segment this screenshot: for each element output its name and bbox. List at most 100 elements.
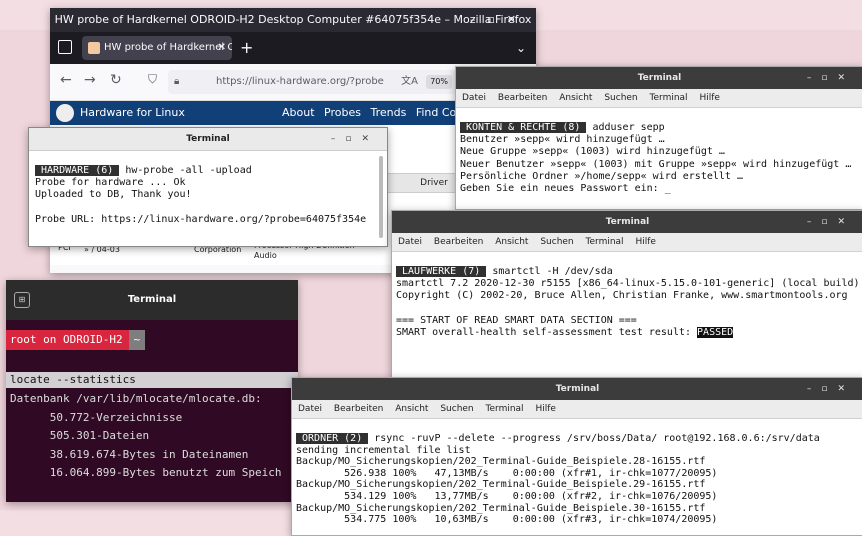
zoom-badge[interactable]: 70% [426,75,452,89]
menu-hilfe[interactable]: Hilfe [635,237,655,247]
command: rsync -ruvP --delete --progress /srv/bos… [368,433,820,444]
terminal-titlebar[interactable]: Terminal –▫✕ [392,211,862,233]
menu-terminal[interactable]: Terminal [486,404,524,414]
section-badge: HARDWARE (6) [35,165,120,176]
menu-datei[interactable]: Datei [462,93,486,103]
menu-about[interactable]: About [282,106,315,119]
menu-bearbeiten[interactable]: Bearbeiten [498,93,547,103]
menu-hilfe[interactable]: Hilfe [535,404,555,414]
command: adduser sepp [586,122,665,133]
scrollbar[interactable] [379,156,383,238]
terminal-output[interactable]: LAUFWERKE (7) smartctl -H /dev/sda smart… [392,252,862,342]
terminal-titlebar[interactable]: ⊞ Terminal [6,280,298,320]
tab-title: HW probe of Hardkernel OD [104,42,232,53]
terminal-laufwerke: Terminal –▫✕ Datei Bearbeiten Ansicht Su… [391,210,862,380]
command: smartctl -H /dev/sda [486,266,613,277]
terminal-titlebar[interactable]: Terminal –▫✕ [456,67,862,89]
close-tab-icon[interactable]: ✕ [218,36,226,60]
window-controls[interactable]: –▫✕ [807,211,855,233]
back-icon[interactable]: ← [60,72,72,88]
menu-terminal[interactable]: Terminal [650,93,688,103]
terminal-titlebar[interactable]: Terminal –▫✕ [292,378,862,400]
terminal-output[interactable]: ORDNER (2) rsync -ruvP --delete --progre… [292,419,862,529]
section-badge: LAUFWERKE (7) [396,266,487,277]
output-line: Probe for hardware ... Ok [35,177,186,189]
terminal-ubuntu: ⊞ Terminal root on ODROID-H2 ~ locate --s… [6,280,298,502]
terminal-titlebar[interactable]: Terminal –▫✕ [29,128,387,151]
forward-icon[interactable]: → [84,72,96,88]
menu-ansicht[interactable]: Ansicht [495,237,528,247]
lock-icon: 🔒︎ [174,76,180,87]
menu-suchen[interactable]: Suchen [604,93,637,103]
list-tabs-icon[interactable]: ⌄ [516,36,526,60]
menu-bearbeiten[interactable]: Bearbeiten [334,404,383,414]
output-line: Backup/MO_Sicherungskopien/202_Terminal-… [296,456,706,468]
menu-hilfe[interactable]: Hilfe [699,93,719,103]
menu-suchen[interactable]: Suchen [540,237,573,247]
terminal-konten: Terminal –▫✕ Datei Bearbeiten Ansicht Su… [455,66,862,210]
window-controls[interactable]: –▫✕ [807,67,855,89]
terminal-title: Terminal [127,294,177,305]
output-line: Datenbank /var/lib/mlocate/mlocate.db: [10,392,262,405]
menu-datei[interactable]: Datei [398,237,422,247]
favicon-icon [88,42,100,54]
output-line: Benutzer »sepp« wird hinzugefügt … [460,134,665,146]
output-line: smartctl 7.2 2020-12-30 r5155 [x86_64-li… [396,278,860,290]
output-line: Neuer Benutzer »sepp« (1003) mit Gruppe … [460,158,852,170]
output-line: === START OF READ SMART DATA SECTION === [396,314,637,326]
url-text: https://linux-hardware.org/?probe [216,76,384,87]
window-controls[interactable]: –▫✕ [807,378,855,400]
shield-icon[interactable]: ⛉ [148,72,157,87]
output-line: Backup/MO_Sicherungskopien/202_Terminal-… [296,502,706,514]
command-line[interactable]: locate --statistics [6,372,298,388]
output-line: sending incremental file list [296,444,471,456]
output-line: 16.064.899-Bytes benutzt zum Speich [10,466,282,479]
window-controls[interactable]: –▫✕ [470,8,528,32]
terminal-output[interactable]: KONTEN & RECHTE (8) adduser sepp Benutze… [456,108,862,198]
menu-bearbeiten[interactable]: Bearbeiten [434,237,483,247]
terminal-title: Terminal [605,217,650,227]
output-line: Uploaded to DB, Thank you! [35,189,192,201]
url-bar[interactable]: 🔒︎ https://linux-hardware.org/?probe 文A … [168,70,458,94]
menu-ansicht[interactable]: Ansicht [559,93,592,103]
translate-icon[interactable]: 文A [401,70,418,94]
menu-trends[interactable]: Trends [370,106,406,119]
output-line: Backup/MO_Sicherungskopien/202_Terminal-… [296,479,706,491]
prompt-host: root on ODROID-H2 [6,330,129,350]
output-line: 534.775 100% 10,63MB/s 0:00:00 (xfr#3, i… [296,514,718,526]
terminal-ordner: Terminal –▫✕ Datei Bearbeiten Ansicht Su… [291,377,862,536]
reload-icon[interactable]: ↻ [110,72,122,88]
output-line: 526.938 100% 47,13MB/s 0:00:00 (xfr#1, i… [296,467,718,479]
browser-tab[interactable]: HW probe of Hardkernel OD ✕ [82,36,232,60]
menu-terminal[interactable]: Terminal [586,237,624,247]
terminal-hardware: Terminal –▫✕ HARDWARE (6) hw-probe -all … [28,127,388,247]
menu-ansicht[interactable]: Ansicht [395,404,428,414]
menu-suchen[interactable]: Suchen [440,404,473,414]
terminal-menubar: Datei Bearbeiten Ansicht Suchen Terminal… [292,400,862,419]
output-line: Copyright (C) 2002-20, Bruce Allen, Chri… [396,290,848,302]
new-tab-button[interactable]: + [240,36,253,60]
output-line: Persönliche Ordner »/home/sepp« wird ers… [460,170,743,182]
output-line: Geben Sie ein neues Passwort ein: _ [460,183,671,195]
site-brand[interactable]: Hardware for Linux [80,101,185,125]
output-line: 50.772-Verzeichnisse [10,410,183,424]
firefox-window-title: HW probe of Hardkernel ODROID-H2 Desktop… [54,13,532,26]
terminal-output[interactable]: Datenbank /var/lib/mlocate/mlocate.db: 5… [10,390,282,483]
menu-probes[interactable]: Probes [324,106,361,119]
terminal-title: Terminal [555,384,600,394]
menu-datei[interactable]: Datei [298,404,322,414]
terminal-menubar: Datei Bearbeiten Ansicht Suchen Terminal… [392,233,862,252]
output-line: Neue Gruppe »sepp« (1003) wird hinzugefü… [460,146,725,158]
new-tab-icon[interactable]: ⊞ [14,292,30,308]
section-badge: ORDNER (2) [296,433,369,444]
penguin-logo-icon [56,104,74,122]
window-icon [58,40,72,54]
firefox-titlebar[interactable]: HW probe of Hardkernel ODROID-H2 Desktop… [50,8,536,32]
window-controls[interactable]: –▫✕ [331,128,379,150]
prompt-dir: ~ [128,330,146,350]
terminal-title: Terminal [637,73,682,83]
terminal-menubar: Datei Bearbeiten Ansicht Suchen Terminal… [456,89,862,108]
section-badge: KONTEN & RECHTE (8) [460,122,587,133]
result-passed: PASSED [697,327,734,339]
terminal-output[interactable]: HARDWARE (6) hw-probe -all -upload Probe… [29,151,387,240]
